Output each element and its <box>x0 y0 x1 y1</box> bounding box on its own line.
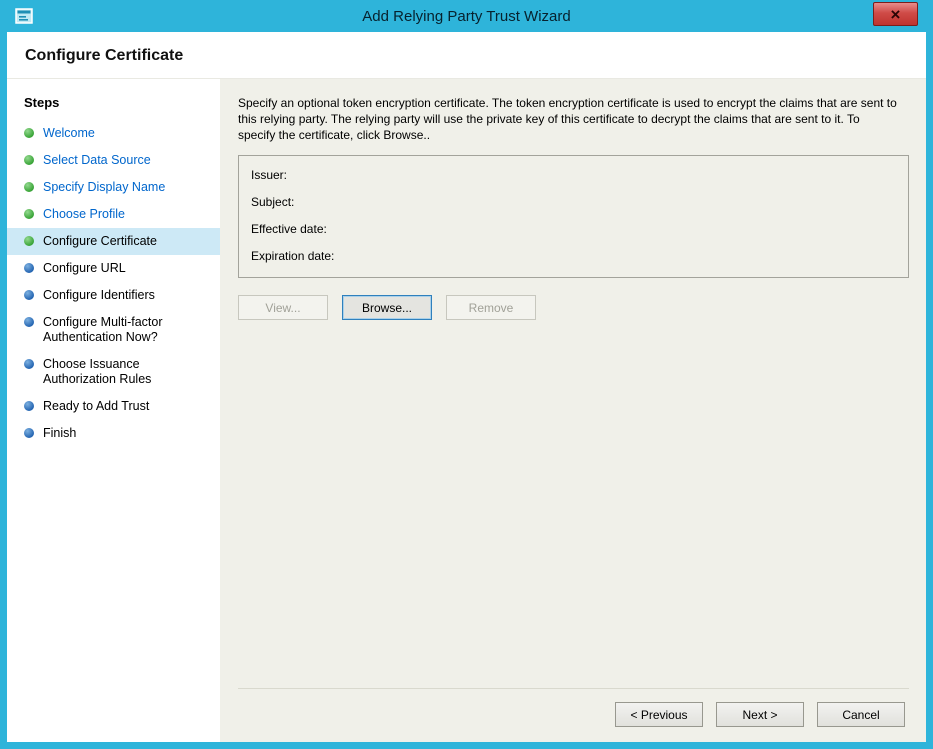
step-configure-url: Configure URL <box>7 255 220 282</box>
expiration-date-field: Expiration date: <box>251 246 896 273</box>
step-choose-profile[interactable]: Choose Profile <box>7 201 220 228</box>
content-panel: Specify an optional token encryption cer… <box>220 79 926 742</box>
remove-button: Remove <box>446 295 536 320</box>
wizard-icon <box>15 8 33 24</box>
step-upcoming-icon <box>24 290 34 300</box>
browse-button[interactable]: Browse... <box>342 295 432 320</box>
step-configure-mfa: Configure Multi-factor Authentication No… <box>7 309 220 351</box>
step-upcoming-icon <box>24 263 34 273</box>
step-upcoming-icon <box>24 317 34 327</box>
step-upcoming-icon <box>24 401 34 411</box>
step-label: Select Data Source <box>43 153 151 168</box>
step-current-icon <box>24 236 34 246</box>
titlebar[interactable]: Add Relying Party Trust Wizard × <box>7 0 926 32</box>
step-label: Configure URL <box>43 261 126 276</box>
page-title: Configure Certificate <box>25 47 908 65</box>
step-configure-identifiers: Configure Identifiers <box>7 282 220 309</box>
window-title: Add Relying Party Trust Wizard <box>7 8 926 25</box>
view-button: View... <box>238 295 328 320</box>
previous-button[interactable]: < Previous <box>615 702 703 727</box>
step-specify-display-name[interactable]: Specify Display Name <box>7 174 220 201</box>
step-label: Finish <box>43 426 76 441</box>
navigation-buttons: < Previous Next > Cancel <box>238 689 909 742</box>
steps-heading: Steps <box>7 89 220 120</box>
certificate-actions: View... Browse... Remove <box>238 295 909 320</box>
step-label: Configure Multi-factor Authentication No… <box>43 315 206 345</box>
step-label: Choose Issuance Authorization Rules <box>43 357 206 387</box>
step-label: Welcome <box>43 126 95 141</box>
step-upcoming-icon <box>24 428 34 438</box>
step-welcome[interactable]: Welcome <box>7 120 220 147</box>
wizard-body: Steps Welcome Select Data Source Specify… <box>7 79 926 742</box>
step-label: Configure Identifiers <box>43 288 155 303</box>
wizard-footer: < Previous Next > Cancel <box>238 688 909 742</box>
wizard-client-area: Configure Certificate Steps Welcome Sele… <box>7 32 926 742</box>
step-select-data-source[interactable]: Select Data Source <box>7 147 220 174</box>
steps-sidebar: Steps Welcome Select Data Source Specify… <box>7 79 220 742</box>
step-label: Ready to Add Trust <box>43 399 149 414</box>
step-configure-certificate[interactable]: Configure Certificate <box>7 228 220 255</box>
step-completed-icon <box>24 128 34 138</box>
close-icon: × <box>891 6 901 23</box>
cancel-button[interactable]: Cancel <box>817 702 905 727</box>
certificate-info-box: Issuer: Subject: Effective date: Expirat… <box>238 155 909 278</box>
close-button[interactable]: × <box>873 2 918 26</box>
step-label: Specify Display Name <box>43 180 165 195</box>
page-header: Configure Certificate <box>7 32 926 79</box>
next-button[interactable]: Next > <box>716 702 804 727</box>
step-finish: Finish <box>7 420 220 447</box>
step-label: Configure Certificate <box>43 234 157 249</box>
step-completed-icon <box>24 155 34 165</box>
step-label: Choose Profile <box>43 207 125 222</box>
step-completed-icon <box>24 209 34 219</box>
step-choose-issuance-rules: Choose Issuance Authorization Rules <box>7 351 220 393</box>
description-text: Specify an optional token encryption cer… <box>238 95 898 143</box>
wizard-window: Add Relying Party Trust Wizard × Configu… <box>0 0 933 749</box>
step-upcoming-icon <box>24 359 34 369</box>
step-ready-to-add-trust: Ready to Add Trust <box>7 393 220 420</box>
effective-date-field: Effective date: <box>251 219 896 246</box>
step-completed-icon <box>24 182 34 192</box>
issuer-field: Issuer: <box>251 165 896 192</box>
subject-field: Subject: <box>251 192 896 219</box>
